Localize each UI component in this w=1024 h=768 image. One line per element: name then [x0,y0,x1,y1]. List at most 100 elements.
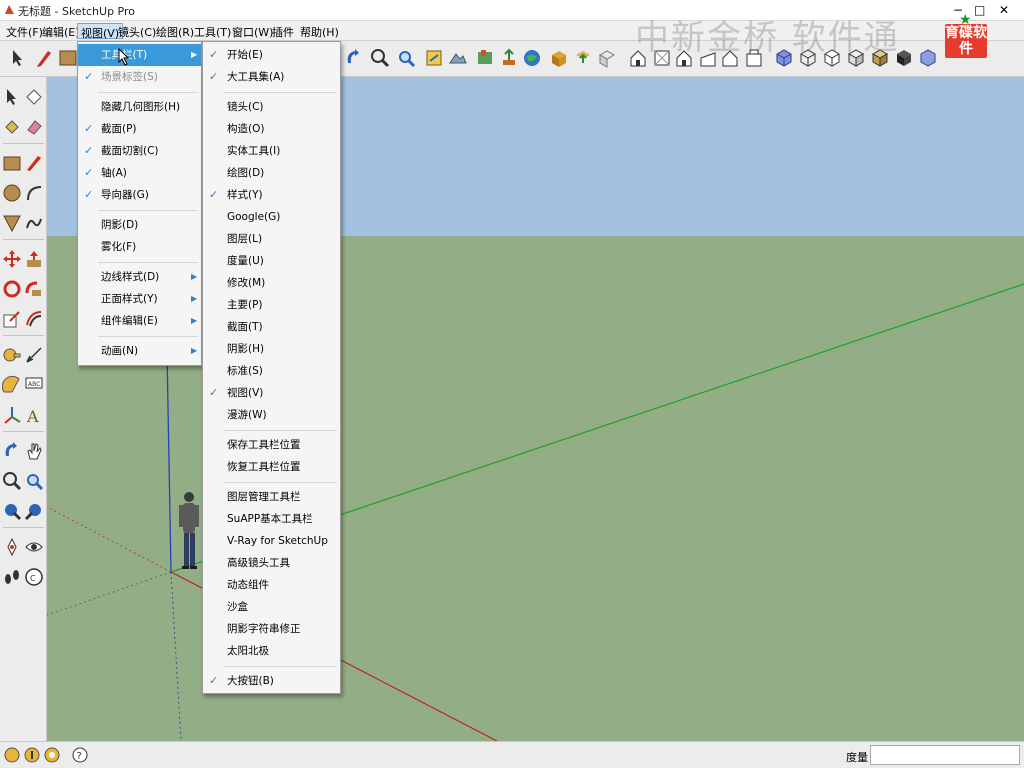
3d-text-icon[interactable]: A [24,405,44,426]
protractor-icon[interactable] [1,375,22,395]
toolbar-item-dynamic-components[interactable]: 动态组件 [203,574,340,596]
toolbar-item-edit[interactable]: 修改(M) [203,272,340,294]
toolbar-item-sandbox[interactable]: 沙盒 [203,596,340,618]
eraser-icon[interactable] [24,117,44,137]
toolbar-item-solid-tools[interactable]: 实体工具(I) [203,140,340,162]
make-component-icon[interactable] [24,87,44,107]
toolbar-item-principal[interactable]: 主要(P) [203,294,340,316]
geo-location-icon[interactable] [3,746,21,764]
line-icon[interactable] [24,153,44,173]
view-menu-item-hidden-geometry[interactable]: 隐藏几何图形(H) [78,96,201,118]
add-location-icon[interactable] [423,47,445,69]
paint-bucket-icon[interactable] [2,117,22,137]
toolbar-item-section[interactable]: 截面(T) [203,316,340,338]
view-menu-item-section-planes[interactable]: ✓ 截面(P) [78,118,201,140]
dimension-icon[interactable] [24,345,44,365]
menu-plugins[interactable]: 插件 [269,23,297,39]
arc-icon[interactable] [24,183,44,203]
toolbar-item-camera[interactable]: 镜头(C) [203,96,340,118]
view-menu-item-component-edit[interactable]: 组件编辑(E) ▶ [78,310,201,332]
pencil-tool-icon[interactable] [33,47,55,69]
polygon-icon[interactable] [2,213,22,233]
rectangle-icon[interactable] [2,153,22,173]
toolbar-item-shadows[interactable]: 阴影(H) [203,338,340,360]
toolbar-item-measurements[interactable]: 度量(U) [203,250,340,272]
axes-icon[interactable] [2,405,22,425]
scale-icon[interactable] [2,309,22,329]
select-tool-icon[interactable] [7,47,29,69]
toolbar-item-advanced-camera[interactable]: 高级镜头工具 [203,552,340,574]
zoom-extents-left-icon[interactable] [24,501,44,521]
toolbar-item-views[interactable]: ✓ 视图(V) [203,382,340,404]
previous-view-icon[interactable] [2,501,22,521]
toolbar-item-drawing[interactable]: 绘图(D) [203,162,340,184]
view-menu-item-toolbars[interactable]: 工具栏(T) ▶ [78,44,201,66]
toolbar-item-vray[interactable]: V-Ray for SketchUp [203,530,340,552]
toolbar-item-restore-positions[interactable]: 恢复工具栏位置 [203,456,340,478]
share-component-icon[interactable] [572,47,594,69]
toolbar-item-large-buttons[interactable]: ✓ 大按钮(B) [203,670,340,692]
toolbar-item-shadow-strings-fix[interactable]: 阴影字符串修正 [203,618,340,640]
view-menu-item-scene-tabs[interactable]: ✓ 场景标签(S) [78,66,201,88]
offset-icon[interactable] [24,309,44,329]
toolbar-item-layer-manager[interactable]: 图层管理工具栏 [203,486,340,508]
toolbar-item-getting-started[interactable]: ✓ 开始(E) [203,44,340,66]
orbit-icon[interactable] [2,441,22,461]
toolbar-item-save-positions[interactable]: 保存工具栏位置 [203,434,340,456]
toolbar-item-standard[interactable]: 标准(S) [203,360,340,382]
credits-icon[interactable] [23,746,41,764]
text-tool-icon[interactable]: ABC [24,375,44,395]
circle-icon[interactable] [2,183,22,203]
walk-icon[interactable] [2,567,22,587]
menu-help[interactable]: 帮助(H) [297,23,342,39]
zoom-extents-icon[interactable] [395,47,417,69]
toolbar-item-construction[interactable]: 构造(O) [203,118,340,140]
google-earth-icon[interactable] [521,47,543,69]
toolbar-item-google[interactable]: Google(G) [203,206,340,228]
view-menu-item-section-cuts[interactable]: ✓ 截面切割(C) [78,140,201,162]
zoom-tool-icon[interactable] [369,47,391,69]
freehand-icon[interactable] [24,213,44,233]
view-menu-item-face-style[interactable]: 正面样式(Y) ▶ [78,288,201,310]
measurements-input[interactable] [870,745,1020,765]
move-icon[interactable] [2,249,22,269]
view-menu-item-axes[interactable]: ✓ 轴(A) [78,162,201,184]
photo-textures-icon[interactable] [474,47,496,69]
rotate-icon[interactable] [2,279,22,299]
share-model-icon[interactable] [498,47,520,69]
get-models-icon[interactable] [548,47,570,69]
help-icon[interactable]: ? [71,746,89,764]
status-bar: ? 度量 [0,741,1024,768]
toolbar-item-walkthrough[interactable]: 漫游(W) [203,404,340,426]
look-around-icon[interactable] [24,537,44,557]
toolbar-item-styles[interactable]: ✓ 样式(Y) [203,184,340,206]
toolbar-item-large-tool-set[interactable]: ✓ 大工具集(A) [203,66,340,88]
toolbar-item-suapp[interactable]: SuAPP基本工具栏 [203,508,340,530]
toolbar-item-solar-north[interactable]: 太阳北极 [203,640,340,662]
select-icon[interactable] [2,87,22,107]
account-icon[interactable] [43,746,61,764]
zoom-window-icon[interactable] [24,471,44,491]
rectangle-tool-icon[interactable] [57,47,79,69]
menu-edit[interactable]: 编辑(E) [39,23,83,39]
view-menu-item-animation[interactable]: 动画(N) ▶ [78,340,201,362]
follow-me-icon[interactable] [24,279,44,299]
view-menu-item-shadows[interactable]: 阴影(D) [78,214,201,236]
toolbar-item-layers[interactable]: 图层(L) [203,228,340,250]
terrain-icon[interactable] [447,47,469,69]
maximize-button[interactable]: □ [974,3,985,17]
tape-measure-icon[interactable] [2,345,22,365]
dynamic-component-icon[interactable] [596,47,618,69]
section-plane-icon[interactable]: C [24,567,44,587]
pan-icon[interactable] [24,441,44,461]
orbit-tool-icon[interactable] [343,47,365,69]
zoom-icon[interactable] [2,471,22,491]
view-menu-item-edge-style[interactable]: 边线样式(D) ▶ [78,266,201,288]
view-menu-item-fog[interactable]: 雾化(F) [78,236,201,258]
view-menu-item-guides[interactable]: ✓ 导向器(G) [78,184,201,206]
menu-tools[interactable]: 工具(T) [191,23,234,39]
back-edges-style-icon[interactable] [917,47,939,69]
push-pull-icon[interactable] [24,249,44,269]
position-camera-icon[interactable] [2,537,22,557]
close-button[interactable]: ✕ [999,3,1009,17]
